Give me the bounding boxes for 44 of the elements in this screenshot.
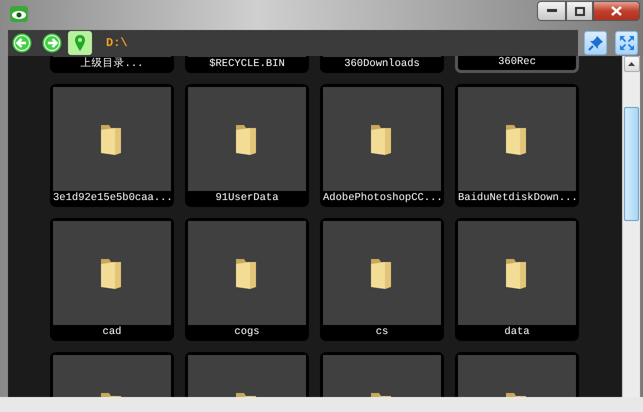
folder-tile[interactable]: 360Downloads: [320, 56, 444, 73]
folder-tile[interactable]: $RECYCLE.BIN: [185, 56, 309, 73]
folder-name: cogs: [233, 325, 261, 340]
minimize-button[interactable]: [537, 1, 566, 21]
folder-name: AdobePhotoshopCC...: [323, 191, 441, 206]
close-button[interactable]: [593, 1, 640, 21]
folder-name: cs: [374, 325, 390, 340]
folder-tile[interactable]: data: [455, 218, 579, 341]
path-text: D:\: [106, 35, 128, 52]
folder-name: BaiduNetdiskDown...: [458, 191, 576, 206]
up-arrow-icon: [628, 62, 635, 66]
scroll-thumb[interactable]: [624, 107, 639, 221]
back-button[interactable]: [10, 31, 34, 55]
folder-tile[interactable]: 上级目录...: [50, 56, 174, 73]
folder-tile[interactable]: BaiduNetdiskDown...: [455, 84, 579, 207]
expand-icon: [618, 35, 634, 51]
folder-tile[interactable]: AdobePhotoshopCC...: [320, 84, 444, 207]
maximize-icon: [574, 6, 584, 16]
pin-button[interactable]: [584, 31, 607, 55]
pin-icon: [588, 35, 604, 51]
left-arrow-icon: [12, 33, 32, 53]
folder-name: 上级目录...: [80, 57, 144, 72]
location-pin-icon: [74, 34, 86, 52]
folder-tile[interactable]: 3e1d92e15e5b0caa...: [50, 84, 174, 207]
folder-tile[interactable]: 360Rec: [455, 56, 579, 73]
maximize-button[interactable]: [566, 1, 593, 21]
folder-tile[interactable]: cs: [320, 218, 444, 341]
forward-button[interactable]: [40, 31, 64, 55]
folder-name: 3e1d92e15e5b0caa...: [53, 191, 171, 206]
minimize-icon: [546, 9, 556, 13]
scroll-up-button[interactable]: [624, 56, 640, 72]
folder-name: $RECYCLE.BIN: [208, 57, 286, 72]
folder-name: 360Rec: [497, 56, 537, 70]
right-arrow-icon: [42, 33, 62, 53]
folder-tile[interactable]: cad: [50, 218, 174, 341]
folder-name: cad: [102, 325, 122, 340]
close-icon: [611, 6, 622, 16]
folder-tile[interactable]: cogs: [185, 218, 309, 341]
folder-tile[interactable]: 91UserData: [185, 84, 309, 207]
folder-name: data: [503, 325, 531, 340]
app-eye-icon: [10, 6, 28, 22]
scrollbar[interactable]: [622, 56, 640, 397]
folder-name: 360Downloads: [343, 57, 421, 72]
folder-name: 91UserData: [214, 191, 280, 206]
